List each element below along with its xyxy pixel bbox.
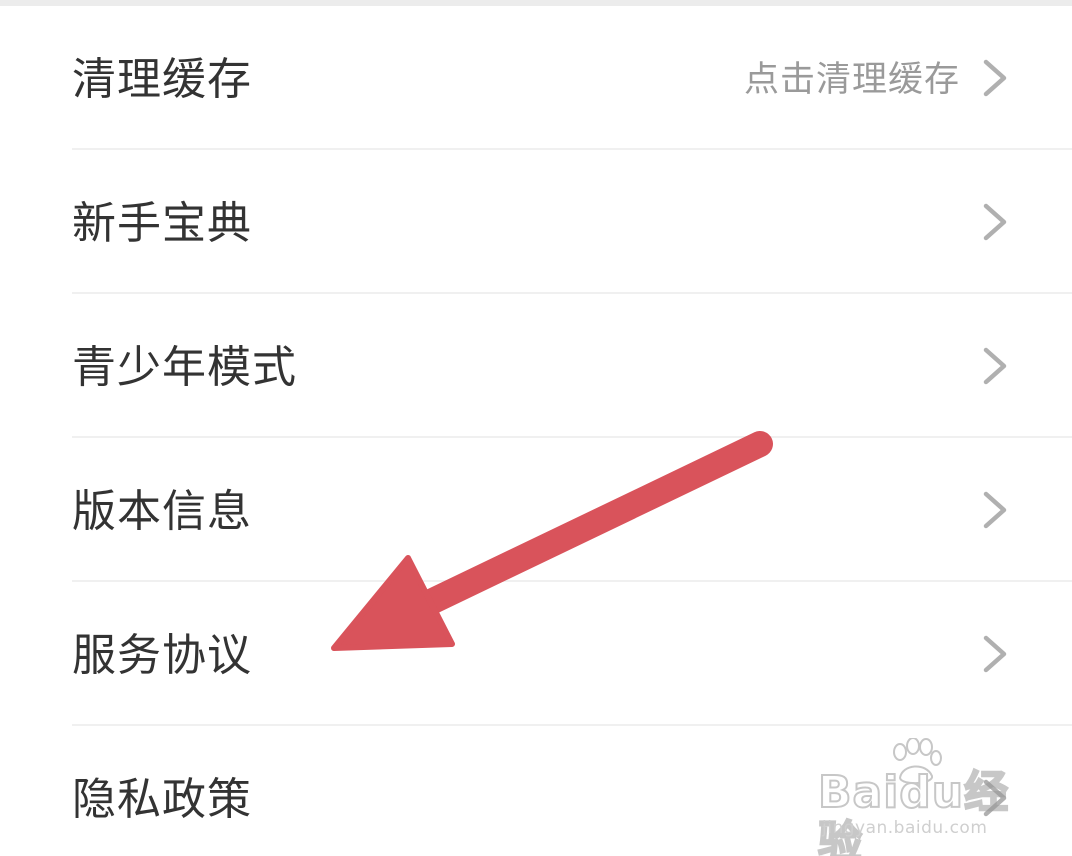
watermark-url: jingyan.baidu.com — [822, 818, 988, 838]
chevron-right-icon — [976, 200, 1012, 244]
chevron-right-icon — [976, 488, 1012, 532]
settings-item-service-agreement[interactable]: 服务协议 — [0, 582, 1072, 726]
settings-item-version-info[interactable]: 版本信息 — [0, 438, 1072, 582]
watermark-brand: Baidu经验 — [817, 767, 1010, 856]
settings-item-value: 点击清理缓存 — [743, 60, 960, 100]
baidu-watermark: Baidu经验 jingyan.baidu.com — [817, 738, 1028, 856]
settings-list: 清理缓存 点击清理缓存 新手宝典 青少年模式 版本信息 服务协议 隐私政策 — [0, 6, 1072, 856]
settings-item-clear-cache[interactable]: 清理缓存 点击清理缓存 — [0, 6, 1072, 150]
settings-item-label: 服务协议 — [72, 630, 252, 681]
settings-item-label: 青少年模式 — [72, 342, 297, 393]
chevron-right-icon — [976, 56, 1012, 100]
settings-page: 清理缓存 点击清理缓存 新手宝典 青少年模式 版本信息 服务协议 隐私政策 Ba… — [0, 0, 1072, 856]
chevron-right-icon — [976, 344, 1012, 388]
settings-item-label: 清理缓存 — [72, 54, 252, 105]
settings-item-label: 新手宝典 — [72, 198, 252, 249]
chevron-right-icon — [976, 632, 1012, 676]
settings-item-label: 版本信息 — [72, 486, 252, 537]
settings-item-label: 隐私政策 — [72, 774, 252, 825]
settings-item-teen-mode[interactable]: 青少年模式 — [0, 294, 1072, 438]
settings-item-beginner-guide[interactable]: 新手宝典 — [0, 150, 1072, 294]
